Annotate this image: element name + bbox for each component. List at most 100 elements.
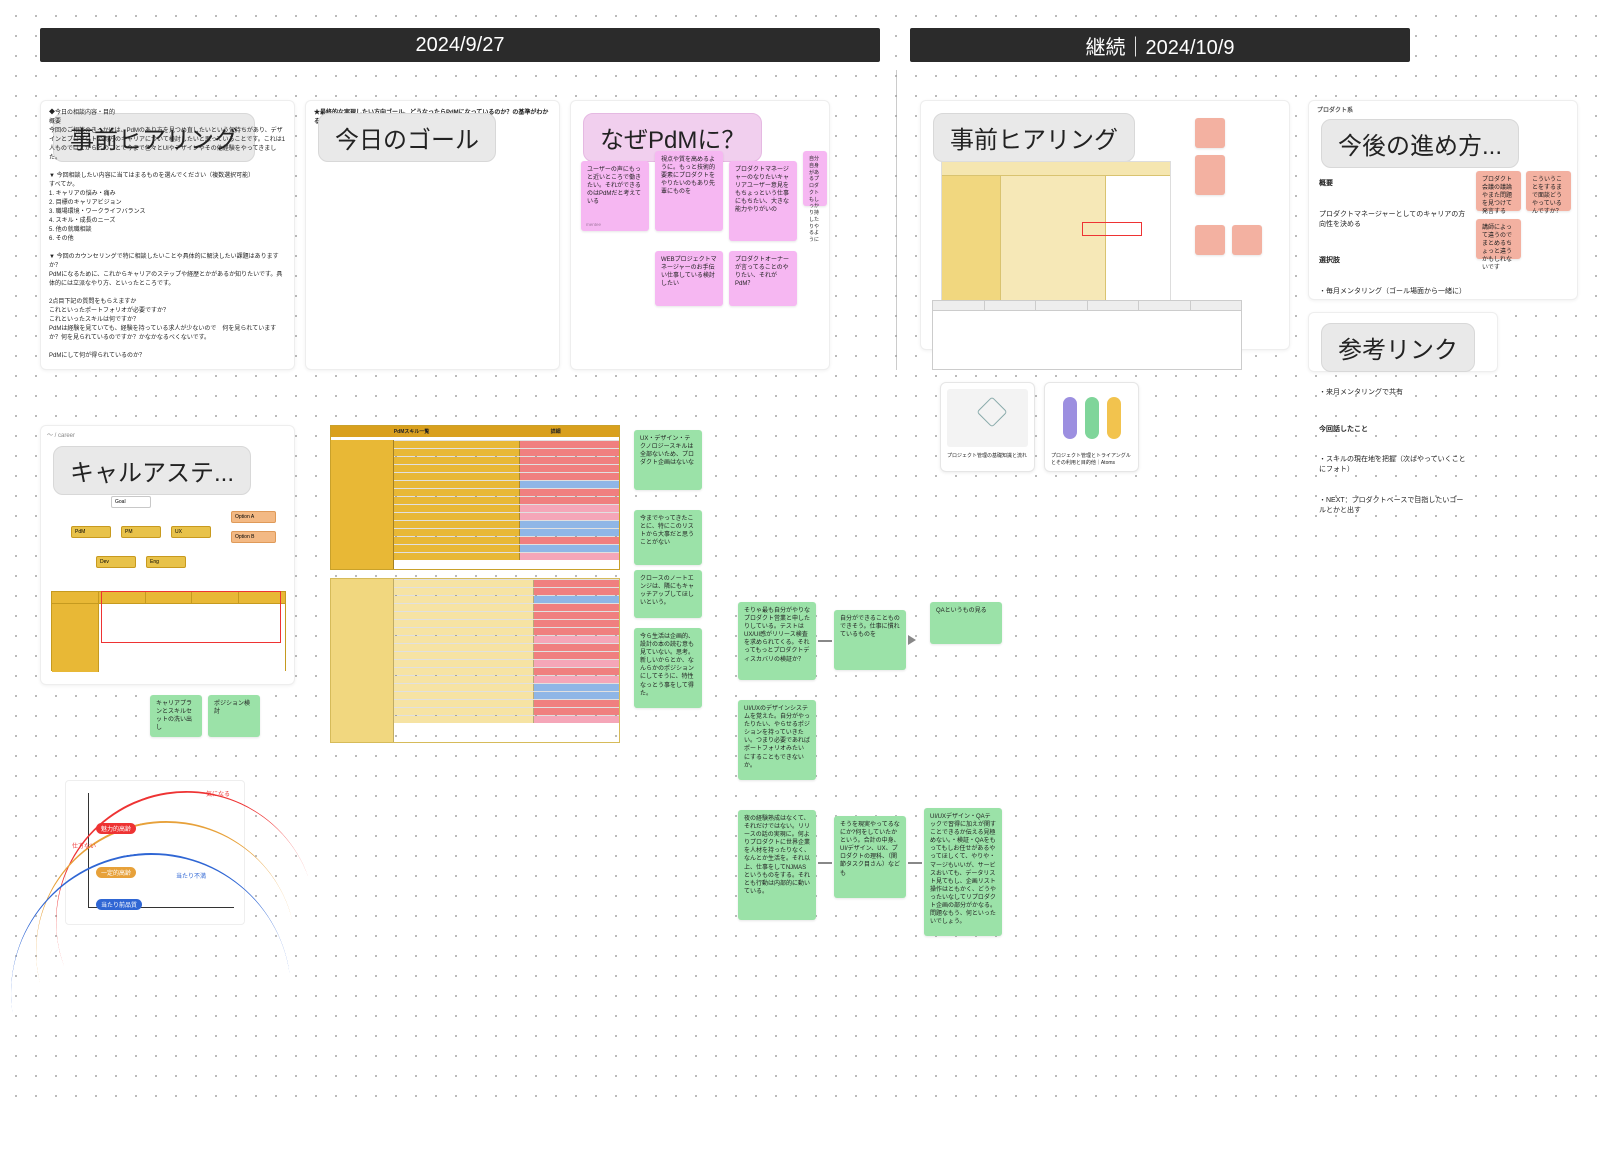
sticky-text: 自分ができることものできそう。仕事に慣れているものを bbox=[840, 616, 900, 638]
sticky-text: 今ら生活は企画的、設計の本の読む意も見ていない。思考。新しいからとか、なんらかの… bbox=[640, 634, 694, 697]
sticky-green[interactable]: UX・デザイン・テクノロジースキルは全部ないため、プロダクト企画はないな bbox=[634, 430, 702, 490]
frame-title-reference-links: 参考リンク bbox=[1321, 323, 1475, 372]
sticky-text: プロダクトオーナーが言ってることのやりたい、それがPdM？ bbox=[735, 257, 789, 287]
sticky-green[interactable]: 今ら生活は企画的、設計の本の読む意も見ていない。思考。新しいからとか、なんらかの… bbox=[634, 628, 702, 708]
chart-label: 気になる bbox=[206, 789, 230, 798]
sticky-pink[interactable]: ユーザーの声にもっと近いところで働きたい。それができるのはPdMだと考えているm… bbox=[581, 161, 649, 231]
link-card[interactable]: プロジェクト管理とトライアングルとその利用と目的他｜Atoms bbox=[1044, 382, 1139, 472]
sticky-green[interactable]: UI/UXのデザインシステムを覚えた。自分がやったりたい、やらせるポジションを持… bbox=[738, 700, 816, 780]
sticky-text: ユーザーの声にもっと近いところで働きたい。それができるのはPdMだと考えている bbox=[587, 167, 641, 205]
sticky-text: UI/UXデザイン・QAテックで習得に加えが関すことできるか伝える見極めない。・… bbox=[930, 814, 996, 925]
frame-why-pdm[interactable]: なぜPdMに？ ユーザーの声にもっと近いところで働きたい。それができるのはPdM… bbox=[570, 100, 830, 370]
list-item: ・スキルの現在地を把握（次はやっていくことにフォト） bbox=[1319, 455, 1467, 475]
sticky-green[interactable]: 今までやってきたことに、特にこのリストから大事だと思うことがない bbox=[634, 510, 702, 565]
chart-label: 当たり不満 bbox=[176, 871, 206, 880]
sticky-text: WEBプロジェクトマネージャーのお手伝い仕事している検討したい bbox=[661, 257, 717, 287]
section-title: 今回話したこと bbox=[1319, 425, 1467, 435]
sticky-text: クロースのノートエンジは、隣にもキャッチアップしてほしいという。 bbox=[640, 576, 694, 606]
sticky-pink[interactable]: プロダクトマネージャーのなりたいキャリアユーザー意見をもちょっという仕事にもちた… bbox=[729, 161, 797, 241]
sticky-text: こういうことをするまで面談どうやっているんですか？ bbox=[1532, 177, 1562, 215]
pre-hearing-body: ◆今日の相談内容・目的 概要 今回のご相談のきっかけは、PdMのあり方を見つめ直… bbox=[49, 109, 286, 361]
frame-career-step[interactable]: 〜 / career キャルアステ... Goal PdM PM UX Opti… bbox=[40, 425, 295, 685]
table-left-col bbox=[331, 579, 394, 742]
skill-table-1[interactable]: PdMスキル一覧詳細 bbox=[330, 425, 620, 570]
sticky-salmon[interactable]: 講師によって違うのでまとめるちょっと違うかもしれないです bbox=[1476, 219, 1521, 259]
sticky-text: そうを現実やってるなにか?何をしていたかという。合計の中身、UI/デザイン、UX… bbox=[840, 822, 900, 877]
flow-node[interactable]: Eng bbox=[146, 556, 186, 568]
sticky-green[interactable]: 夜の経験熟成はなくて、それだけではない。リリースの話の実現に。何よりプロダクトに… bbox=[738, 810, 816, 920]
flow-node[interactable]: Dev bbox=[96, 556, 136, 568]
sticky-salmon[interactable]: こういうことをするまで面談どうやっているんですか？ bbox=[1526, 171, 1571, 211]
red-highlight-box bbox=[1082, 222, 1142, 236]
data-grid[interactable] bbox=[932, 300, 1242, 370]
card-caption: プロジェクト管理とトライアングルとその利用と目的他｜Atoms bbox=[1045, 453, 1138, 467]
sticky-pink[interactable]: 視点や質を高めるように。もっと技術的要素にプロダクトをやりたいのもあり先輩にもの… bbox=[655, 151, 723, 231]
sticky-green[interactable]: UI/UXデザイン・QAテックで習得に加えが関すことできるか伝える見極めない。・… bbox=[924, 808, 1002, 936]
breadcrumb: 〜 / career bbox=[47, 432, 75, 441]
sticky-salmon[interactable] bbox=[1195, 118, 1225, 148]
red-highlight-box bbox=[101, 591, 281, 643]
chart-label: 仕方ない bbox=[72, 841, 96, 850]
sticky-text: プロダクト会議の議論やまた問題を見つけて発言する bbox=[1482, 177, 1512, 215]
frame-next-steps[interactable]: プロダクト系 今後の進め方... 概要 プロダクトマネージャーとしてのキャリアの… bbox=[1308, 100, 1578, 300]
sticky-pink[interactable]: 自分自身があるプロダクトもしっかり持したりやるように bbox=[803, 151, 827, 206]
frame-pre-hearing-left[interactable]: 事前ヒアリング ◆今日の相談内容・目的 概要 今回のご相談のきっかけは、PdMの… bbox=[40, 100, 295, 370]
sticky-salmon[interactable] bbox=[1195, 225, 1225, 255]
sticky-text: プロダクトマネージャーのなりたいキャリアユーザー意見をもちょっという仕事にもちた… bbox=[735, 167, 789, 213]
sticky-text: キャリアプランとスキルセットの洗い出し bbox=[156, 701, 192, 731]
link-card[interactable]: プロジェクト管理の基礎知識と流れ bbox=[940, 382, 1035, 472]
chart-chip: 魅力的高齢 bbox=[96, 823, 136, 834]
arrow bbox=[818, 640, 832, 642]
sticky-pink[interactable]: プロダクトオーナーが言ってることのやりたい、それがPdM？ bbox=[729, 251, 797, 306]
flow-node[interactable]: UX bbox=[171, 526, 211, 538]
sticky-text: 自分自身があるプロダクトもしっかり持したりやるように bbox=[809, 156, 819, 243]
flow-node[interactable]: Option B bbox=[231, 531, 276, 543]
table-head: 詳細 bbox=[492, 428, 619, 435]
table-left-col bbox=[331, 440, 394, 569]
header-right: 継続｜2024/10/9 bbox=[910, 28, 1410, 62]
skill-table-2[interactable] bbox=[330, 578, 620, 743]
list-item: ・NEXT：プロダクトベースで目指したいゴールとかと出す bbox=[1319, 496, 1467, 516]
sticky-green[interactable]: QAというもの見る bbox=[930, 602, 1002, 644]
sticky-text: 夜の経験熟成はなくて、それだけではない。リリースの話の実現に。何よりプロダクトに… bbox=[744, 816, 810, 895]
chart-chip: 当たり前品質 bbox=[96, 899, 142, 910]
page-label: プロダクト系 bbox=[1317, 107, 1353, 116]
flow-node[interactable]: Option A bbox=[231, 511, 276, 523]
flow-node[interactable]: PM bbox=[121, 526, 161, 538]
flow-node[interactable]: Goal bbox=[111, 496, 151, 508]
section-title: 選択肢 bbox=[1319, 256, 1467, 266]
section-body: プロダクトマネージャーとしてのキャリアの方向性を決める bbox=[1319, 210, 1467, 230]
arrow bbox=[818, 862, 832, 864]
card-caption: プロジェクト管理の基礎知識と流れ bbox=[941, 453, 1034, 460]
frame-today-goal[interactable]: ★最終的な実現したい方向ゴール、どうなったらPdMになっているのか？の基準がわか… bbox=[305, 100, 560, 370]
sticky-text: UX・デザイン・テクノロジースキルは全部ないため、プロダクト企画はないな bbox=[640, 436, 694, 466]
sticky-text: そりゃ最も自分がやりなプロダクト営業と申したりしている。テストはUX/UI感がリ… bbox=[744, 608, 810, 663]
frame-title-today-goal: 今日のゴール bbox=[318, 113, 496, 162]
list-item: ・来月メンタリングで共有 bbox=[1319, 388, 1467, 398]
sticky-green[interactable]: キャリアプランとスキルセットの洗い出し bbox=[150, 695, 202, 737]
sticky-green[interactable]: 自分ができることものできそう。仕事に慣れているものを bbox=[834, 610, 906, 670]
flow-node[interactable]: PdM bbox=[71, 526, 111, 538]
list-item: ・毎月メンタリング（ゴール場面から一緒に） bbox=[1319, 287, 1467, 297]
sticky-green[interactable]: クロースのノートエンジは、隣にもキャッチアップしてほしいという。 bbox=[634, 570, 702, 618]
chart-chip: 一定的高齢 bbox=[96, 867, 136, 878]
quality-chart[interactable]: 気になる 魅力的高齢 仕方ない 一定的高齢 当たり不満 当たり前品質 bbox=[65, 780, 245, 925]
sticky-salmon[interactable] bbox=[1232, 225, 1262, 255]
arrow bbox=[908, 862, 922, 864]
sticky-green[interactable]: そりゃ最も自分がやりなプロダクト営業と申したりしている。テストはUX/UI感がリ… bbox=[738, 602, 816, 680]
sticky-salmon[interactable]: プロダクト会議の議論やまた問題を見つけて発言する bbox=[1476, 171, 1521, 211]
sticky-pink[interactable]: WEBプロジェクトマネージャーのお手伝い仕事している検討したい bbox=[655, 251, 723, 306]
sticky-green[interactable]: ポジション検討 bbox=[208, 695, 260, 737]
sticky-text: 今までやってきたことに、特にこのリストから大事だと思うことがない bbox=[640, 516, 694, 546]
sticky-text: QAというもの見る bbox=[936, 608, 987, 614]
sticky-text: UI/UXのデザインシステムを覚えた。自分がやったりたい、やらせるポジションを持… bbox=[744, 706, 810, 769]
sticky-green[interactable]: そうを現実やってるなにか?何をしていたかという。合計の中身、UI/デザイン、UX… bbox=[834, 816, 906, 898]
section-divider bbox=[896, 70, 897, 370]
sticky-text: 視点や質を高めるように。もっと技術的要素にプロダクトをやりたいのもあり先輩にもの… bbox=[661, 157, 715, 195]
table-head: PdMスキル一覧 bbox=[331, 428, 492, 435]
frame-title-career-step: キャルアステ... bbox=[53, 446, 251, 495]
section-title: 概要 bbox=[1319, 179, 1467, 189]
frame-reference-links[interactable]: 参考リンク bbox=[1308, 312, 1498, 372]
sticky-salmon[interactable] bbox=[1195, 155, 1225, 195]
header-left: 2024/9/27 bbox=[40, 28, 880, 62]
